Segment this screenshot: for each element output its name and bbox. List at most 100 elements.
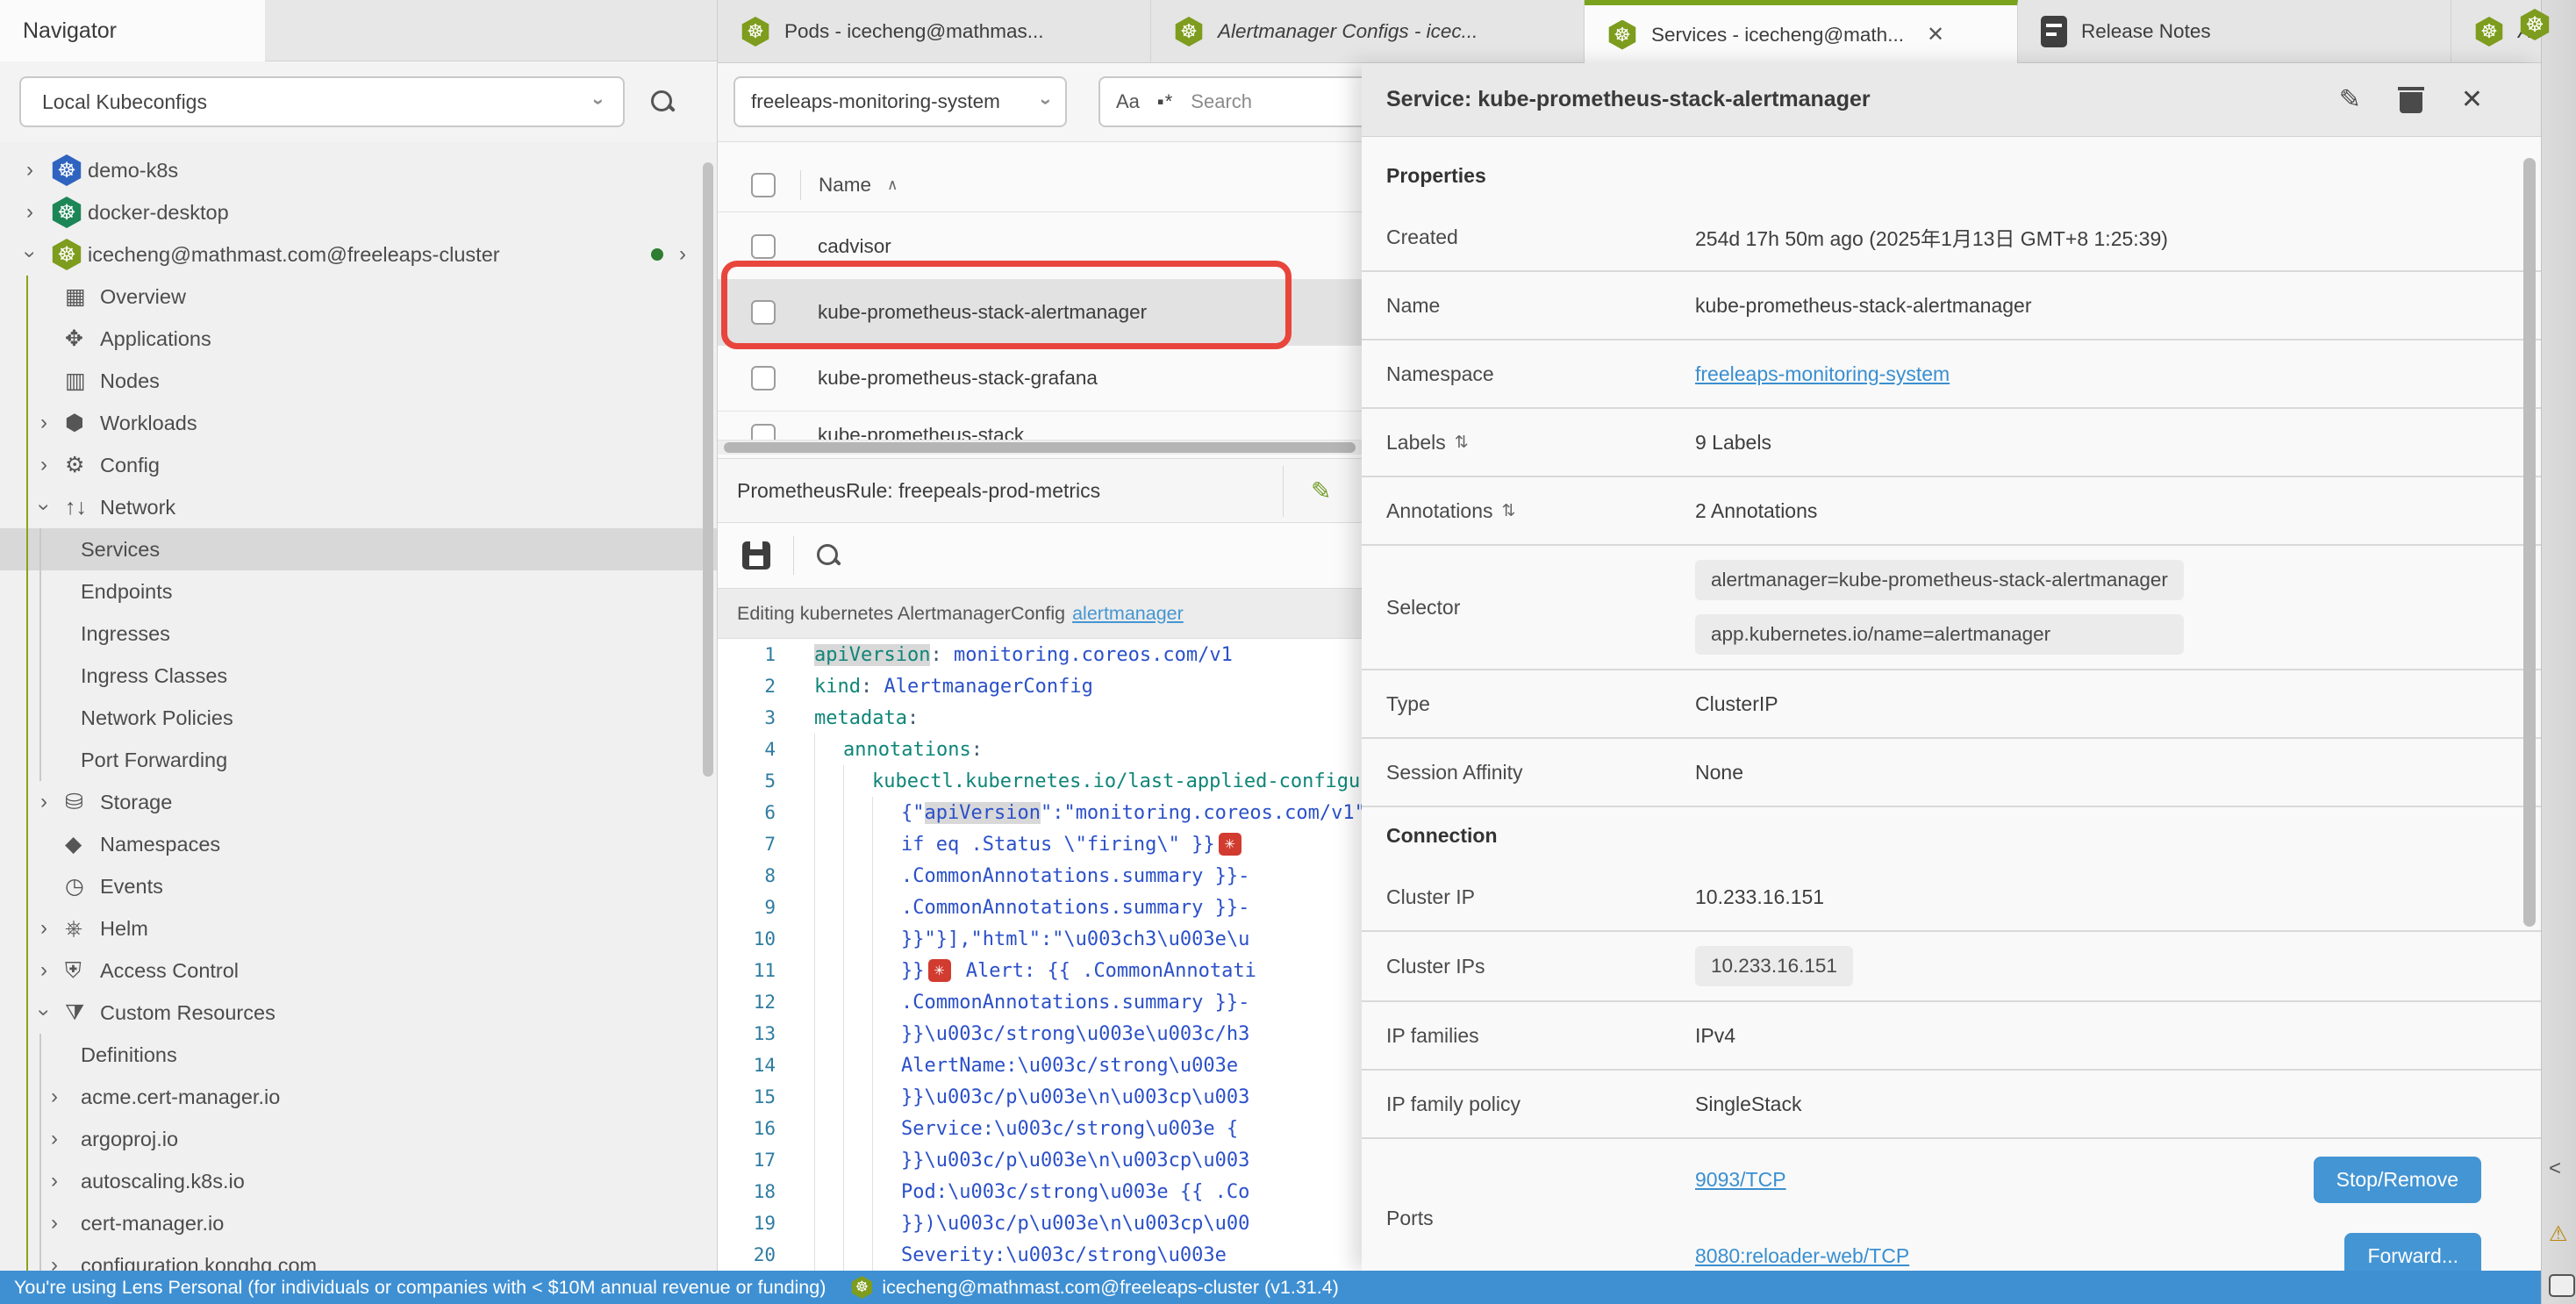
select-all-checkbox[interactable] <box>751 173 776 197</box>
chevron-down-icon[interactable]: › <box>33 504 54 511</box>
collapse-left-icon[interactable]: < <box>2549 1157 2561 1181</box>
code-line-15[interactable]: 15}}\u003c/p\u003e\n\u003cp\u003 <box>718 1081 1362 1113</box>
code-line-3[interactable]: 3metadata: <box>718 702 1362 734</box>
code-line-13[interactable]: 13}}\u003c/strong\u003e\u003c/h3 <box>718 1018 1362 1050</box>
tab-pods-icecheng-mathmas[interactable]: ☸Pods - icecheng@mathmas... <box>718 0 1151 63</box>
chevron-down-icon[interactable]: › <box>33 1009 54 1016</box>
sidebar-item-demo-k8s[interactable]: ›☸demo-k8s <box>0 149 717 191</box>
service-row-cadvisor[interactable]: cadvisor <box>718 214 1362 280</box>
code-line-7[interactable]: 7if eq .Status \"firing\" }}✳ <box>718 828 1362 860</box>
code-line-19[interactable]: 19}})\u003c/p\u003e\n\u003cp\u00 <box>718 1207 1362 1239</box>
code-line-2[interactable]: 2kind: AlertmanagerConfig <box>718 670 1362 702</box>
sort-asc-icon[interactable]: ∧ <box>887 176 898 194</box>
sidebar-scrollbar[interactable] <box>703 162 713 777</box>
sidebar-item-workloads[interactable]: ›⬢Workloads <box>0 402 717 444</box>
sidebar-item-endpoints[interactable]: Endpoints <box>0 570 717 613</box>
chevron-right-icon[interactable]: › <box>26 160 33 181</box>
chevron-right-icon[interactable]: › <box>51 1255 58 1271</box>
regex-icon[interactable]: ▪* <box>1157 90 1173 113</box>
sidebar-item-overview[interactable]: ▦Overview <box>0 276 717 318</box>
warning-icon[interactable]: ⚠ <box>2549 1222 2568 1247</box>
sidebar-item-acme-cert-manager-io[interactable]: ›acme.cert-manager.io <box>0 1076 717 1118</box>
service-row-kube-prometheus-stack[interactable]: kube-prometheus-stack <box>718 412 1362 441</box>
sidebar-item-network-policies[interactable]: Network Policies <box>0 697 717 739</box>
chevron-right-icon[interactable]: › <box>679 244 686 265</box>
sidebar-item-helm[interactable]: ›⎈Helm <box>0 907 717 949</box>
port-link-9093-tcp[interactable]: 9093/TCP <box>1695 1168 1786 1192</box>
sort-toggle-icon[interactable]: ⇅ <box>1501 501 1515 521</box>
tab-release-notes[interactable]: Release Notes <box>2018 0 2451 63</box>
yaml-editor[interactable]: 1apiVersion: monitoring.coreos.com/v12ki… <box>718 639 1362 1271</box>
service-row-kube-prometheus-stack-alertmanager[interactable]: kube-prometheus-stack-alertmanager <box>718 280 1362 346</box>
sidebar-item-icecheng-mathmast-com-freeleaps-cluster[interactable]: ›☸icecheng@mathmast.com@freeleaps-cluste… <box>0 233 717 276</box>
alertmanagerconfig-link[interactable]: alertmanager <box>1072 603 1184 625</box>
chevron-right-icon[interactable]: › <box>40 455 47 476</box>
code-line-4[interactable]: 4annotations: <box>718 734 1362 765</box>
save-icon[interactable] <box>742 541 770 570</box>
code-line-5[interactable]: 5kubectl.kubernetes.io/last-applied-conf… <box>718 765 1362 797</box>
tab-services-icecheng-math[interactable]: ☸Services - icecheng@math...✕ <box>1585 0 2018 64</box>
sidebar-item-custom-resources[interactable]: ›⧩Custom Resources <box>0 992 717 1034</box>
list-search-box[interactable]: Aa ▪* Search <box>1098 76 1362 127</box>
sidebar-item-namespaces[interactable]: ◆Namespaces <box>0 823 717 865</box>
editor-search-icon[interactable] <box>815 542 841 569</box>
drawer-scrollbar[interactable] <box>2523 158 2536 927</box>
sidebar-item-ingress-classes[interactable]: Ingress Classes <box>0 655 717 697</box>
sidebar-item-events[interactable]: ◷Events <box>0 865 717 907</box>
sidebar-item-port-forwarding[interactable]: Port Forwarding <box>0 739 717 781</box>
namespace-select[interactable]: freeleaps-monitoring-system › <box>733 76 1067 127</box>
service-row-kube-prometheus-stack-grafana[interactable]: kube-prometheus-stack-grafana <box>718 346 1362 412</box>
code-line-8[interactable]: 8.CommonAnnotations.summary }}- <box>718 860 1362 892</box>
chevron-down-icon[interactable]: › <box>19 251 40 258</box>
kubeconfig-select[interactable]: Local Kubeconfigs › <box>19 76 625 127</box>
namespace-link[interactable]: freeleaps-monitoring-system <box>1695 362 1950 386</box>
row-checkbox[interactable] <box>751 300 776 325</box>
sidebar-item-configuration-konghq-com[interactable]: ›configuration.konghq.com <box>0 1244 717 1271</box>
sidebar-item-storage[interactable]: ›⛁Storage <box>0 781 717 823</box>
terminal-icon[interactable] <box>2549 1274 2575 1297</box>
sidebar-item-docker-desktop[interactable]: ›☸docker-desktop <box>0 191 717 233</box>
chevron-right-icon[interactable]: › <box>40 918 47 939</box>
chevron-right-icon[interactable]: › <box>26 202 33 223</box>
row-checkbox[interactable] <box>751 234 776 259</box>
code-line-12[interactable]: 12.CommonAnnotations.summary }}- <box>718 986 1362 1018</box>
match-case-icon[interactable]: Aa <box>1116 90 1140 113</box>
chevron-right-icon[interactable]: › <box>51 1171 58 1192</box>
sidebar-item-access-control[interactable]: ›⛨Access Control <box>0 949 717 992</box>
sidebar-item-argoproj-io[interactable]: ›argoproj.io <box>0 1118 717 1160</box>
horizontal-scrollbar[interactable] <box>718 441 1362 455</box>
code-line-6[interactable]: 6{"apiVersion":"monitoring.coreos.com/v1… <box>718 797 1362 828</box>
code-line-16[interactable]: 16Service:\u003c/strong\u003e { <box>718 1113 1362 1144</box>
chevron-right-icon[interactable]: › <box>40 792 47 813</box>
chevron-right-icon[interactable]: › <box>51 1128 58 1150</box>
sidebar-item-ingresses[interactable]: Ingresses <box>0 613 717 655</box>
edit-pencil-icon[interactable]: ✎ <box>1311 476 1331 505</box>
code-line-1[interactable]: 1apiVersion: monitoring.coreos.com/v1 <box>718 639 1362 670</box>
sidebar-item-applications[interactable]: ✥Applications <box>0 318 717 360</box>
search-icon[interactable] <box>649 89 676 115</box>
forward-button[interactable]: Forward... <box>2344 1233 2481 1271</box>
chevron-right-icon[interactable]: › <box>40 960 47 981</box>
port-link-8080-reloader-web-tcp[interactable]: 8080:reloader-web/TCP <box>1695 1244 1909 1268</box>
sidebar-item-cert-manager-io[interactable]: ›cert-manager.io <box>0 1202 717 1244</box>
sidebar-item-network[interactable]: ›↑↓Network <box>0 486 717 528</box>
row-checkbox[interactable] <box>751 366 776 390</box>
row-checkbox[interactable] <box>751 424 776 441</box>
sidebar-item-nodes[interactable]: ▥Nodes <box>0 360 717 402</box>
delete-service-icon[interactable] <box>2400 87 2422 113</box>
chevron-right-icon[interactable]: › <box>40 412 47 433</box>
name-column-header[interactable]: Name <box>819 174 871 197</box>
sidebar-item-config[interactable]: ›⚙Config <box>0 444 717 486</box>
edit-service-icon[interactable]: ✎ <box>2339 84 2361 115</box>
tab-alertmanager-configs-icec[interactable]: ☸Alertmanager Configs - icec... <box>1151 0 1585 63</box>
code-line-11[interactable]: 11}}✳ Alert: {{ .CommonAnnotati <box>718 955 1362 986</box>
sort-toggle-icon[interactable]: ⇅ <box>1455 433 1469 453</box>
sidebar-item-autoscaling-k8s-io[interactable]: ›autoscaling.k8s.io <box>0 1160 717 1202</box>
sidebar-item-definitions[interactable]: Definitions <box>0 1034 717 1076</box>
chevron-right-icon[interactable]: › <box>51 1086 58 1107</box>
close-tab-icon[interactable]: ✕ <box>1927 22 1944 47</box>
code-line-9[interactable]: 9.CommonAnnotations.summary }}- <box>718 892 1362 923</box>
sidebar-item-services[interactable]: Services <box>0 528 717 570</box>
close-drawer-icon[interactable]: ✕ <box>2461 84 2483 115</box>
code-line-10[interactable]: 10}}"}],"html":"\u003ch3\u003e\u <box>718 923 1362 955</box>
